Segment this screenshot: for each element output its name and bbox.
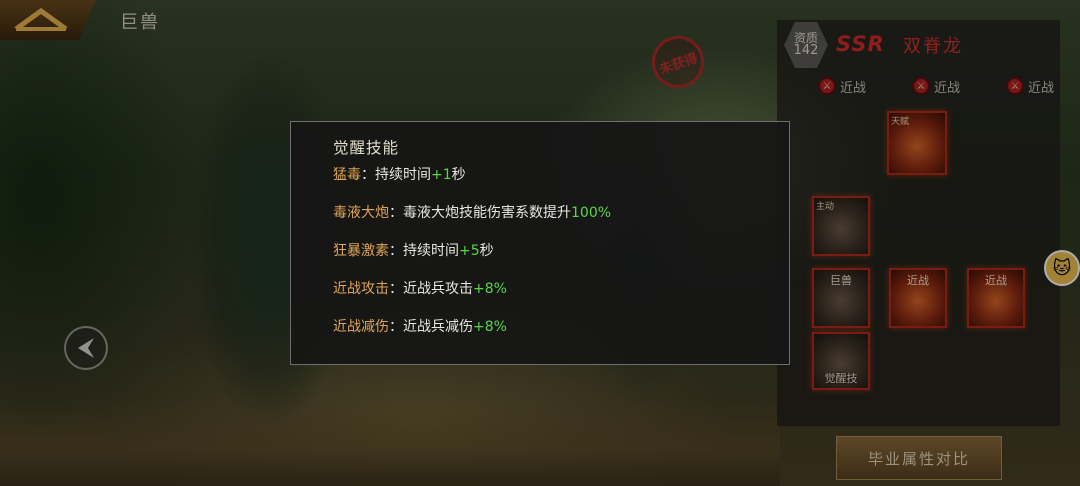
skill-desc: 近战兵减伤: [403, 319, 473, 335]
skill-row: 毒液大炮 ： 毒液大炮技能伤害系数提升 100%: [333, 202, 789, 221]
bonus-value: +5: [459, 243, 480, 259]
skill-name: 近战攻击: [333, 281, 389, 297]
skill-name: 近战减伤: [333, 319, 389, 335]
separator: ：: [389, 243, 403, 259]
awaken-skill-popup: 觉醒技能 猛毒 ： 持续时间 +1 秒 毒液大炮 ： 毒液大炮技能伤害系数提升 …: [290, 121, 790, 365]
bonus-value: 100%: [571, 205, 612, 221]
skill-name: 毒液大炮: [333, 205, 389, 221]
skill-name: 狂暴激素: [333, 243, 389, 259]
unit: 秒: [479, 243, 494, 259]
skill-row: 近战攻击 ： 近战兵攻击 +8%: [333, 278, 789, 297]
bonus-value: +1: [431, 167, 452, 183]
bonus-value: +8%: [473, 319, 507, 335]
skill-name: 猛毒: [333, 167, 361, 183]
skill-desc: 近战兵攻击: [403, 281, 473, 297]
skill-desc: 持续时间: [403, 243, 459, 259]
skill-row: 猛毒 ： 持续时间 +1 秒: [333, 164, 789, 183]
popup-title: 觉醒技能: [333, 139, 400, 157]
unit: 秒: [451, 167, 466, 183]
skill-row: 近战减伤 ： 近战兵减伤 +8%: [333, 316, 789, 335]
skill-row: 狂暴激素 ： 持续时间 +5 秒: [333, 240, 789, 259]
separator: ：: [361, 167, 375, 183]
skill-desc: 持续时间: [375, 167, 431, 183]
separator: ：: [389, 205, 403, 221]
bonus-value: +8%: [473, 281, 507, 297]
skill-desc: 毒液大炮技能伤害系数提升: [403, 205, 571, 221]
separator: ：: [389, 319, 403, 335]
separator: ：: [389, 281, 403, 297]
